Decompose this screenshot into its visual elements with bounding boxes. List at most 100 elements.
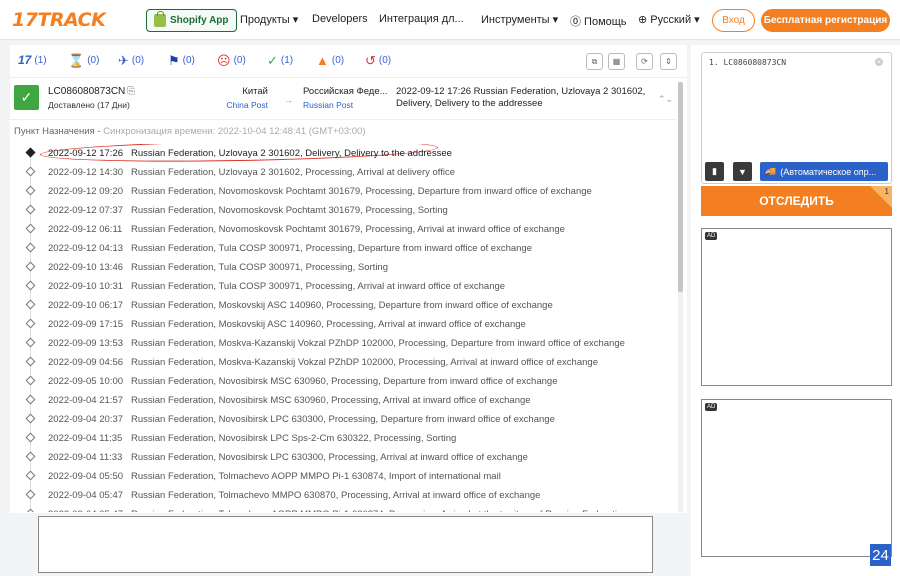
filter-count: (0)	[331, 55, 345, 66]
filter-icon[interactable]: ▼	[733, 162, 752, 181]
shopify-app-button[interactable]: Shopify App	[146, 9, 237, 32]
event-description: Russian Federation, Tolmachevo AOPP MMPO…	[131, 509, 628, 512]
ad-tag: AD	[705, 403, 718, 411]
tracking-event-row: 2022-09-10 06:17 Russian Federation, Mosk…	[10, 296, 670, 315]
event-time: 2022-09-04 05:47	[48, 490, 124, 501]
event-description: Russian Federation, Tolmachevo MMPO 6308…	[131, 490, 541, 501]
tracking-event-row: 2022-09-04 05:50 Russian Federation, Tolm…	[10, 467, 670, 486]
refresh-icon[interactable]: ⟳	[636, 53, 653, 70]
shipment-summary-row[interactable]: ✓ LC086080873CN ⎘ Доставлено (17 Дни) Кит…	[10, 82, 676, 120]
timeline-node-icon	[25, 489, 36, 500]
tracking-number-input[interactable]: 1. LC086080873CN ✕ ▮ ▼ 🚚 (Автоматическое…	[701, 52, 892, 184]
latest-event: 2022-09-12 17:26 Russian Federation, Uzl…	[396, 86, 646, 109]
event-description: Russian Federation, Moskovskij ASC 14096…	[131, 319, 526, 330]
ad-tag: AD	[705, 232, 718, 240]
event-description: Russian Federation, Novosibirsk LPC Sps-…	[131, 433, 457, 444]
event-time: 2022-09-12 14:30	[48, 167, 124, 178]
nav-tools[interactable]: Инструменты ▾	[481, 13, 558, 26]
tracking-number[interactable]: LC086080873CN ⎘	[48, 86, 135, 97]
events-scrollbar[interactable]	[678, 82, 683, 512]
tracking-event-row: 2022-09-04 05:47 Russian Federation, Tolm…	[10, 486, 670, 505]
airplane-icon: ✈	[118, 53, 129, 68]
checkmark-icon: ✓	[267, 53, 278, 68]
event-description: Russian Federation, Novosibirsk LPC 6303…	[131, 414, 555, 425]
filter-count: (0)	[378, 55, 392, 66]
tracking-event-row: 2022-09-12 14:30 Russian Federation, Uzlo…	[10, 163, 670, 182]
filter-all[interactable]: 17 (1)	[18, 54, 47, 67]
event-description: Russian Federation, Moskva-Kazanskij Vok…	[131, 338, 625, 349]
nav-language[interactable]: ⊕ Русский ▾	[638, 13, 700, 26]
delete-icon[interactable]: ▮	[705, 162, 724, 181]
status-filter-bar: 17 (1) ⌛ (0) ✈ (0) ⚑ (0) ☹ (0) ✓ (1) ▲ (…	[10, 45, 687, 78]
event-description: Russian Federation, Tula COSP 300971, Pr…	[131, 281, 506, 292]
timeline-node-icon	[25, 185, 36, 196]
expand-chevron-icon[interactable]: ⌃⌄	[658, 94, 673, 105]
event-time: 2022-09-09 17:15	[48, 319, 124, 330]
track-count: 1	[884, 187, 889, 196]
event-time: 2022-09-12 07:37	[48, 205, 124, 216]
filter-in-transit[interactable]: ✈ (0)	[118, 54, 144, 67]
filter-alert[interactable]: ▲ (0)	[316, 54, 344, 67]
flag-icon: ⚑	[168, 53, 180, 68]
event-description: Russian Federation, Moskovskij ASC 14096…	[131, 300, 553, 311]
filter-undelivered[interactable]: ☹ (0)	[217, 54, 246, 67]
register-button[interactable]: Бесплатная регистрация	[761, 9, 890, 32]
scrollbar-thumb[interactable]	[678, 82, 683, 292]
event-time: 2022-09-04 05:47	[48, 509, 123, 512]
destination-carrier[interactable]: Russian Post	[303, 100, 388, 110]
filter-count: (0)	[182, 55, 195, 66]
nav-integration[interactable]: Интеграция дл...	[379, 13, 464, 25]
event-description: Russian Federation, Novomoskovsk Pochtam…	[131, 186, 592, 197]
origin-info: Китай China Post	[226, 86, 268, 110]
tracking-event-row: 2022-09-10 13:46 Russian Federation, Tula…	[10, 258, 670, 277]
origin-carrier[interactable]: China Post	[226, 100, 268, 110]
filter-delivered[interactable]: ✓ (1)	[267, 54, 293, 67]
timeline-node-icon	[25, 223, 36, 234]
event-description: Russian Federation, Uzlovaya 2 301602, D…	[131, 148, 452, 159]
nav-help[interactable]: ⓪ Помощь	[570, 13, 627, 29]
copy-icon[interactable]: ⧉	[586, 53, 603, 70]
tracking-event-row: 2022-09-04 20:37 Russian Federation, Novo…	[10, 410, 670, 429]
ad-box-2[interactable]: AD	[701, 399, 892, 557]
nav-products[interactable]: Продукты ▾	[240, 13, 298, 26]
sync-time: Синхронизация времени: 2022-10-04 12:48:…	[103, 126, 366, 137]
event-description: Russian Federation, Novosibirsk MSC 6309…	[131, 376, 558, 387]
ad-box-1[interactable]: AD	[701, 228, 892, 386]
timeline-node-icon	[25, 451, 36, 462]
event-description: Russian Federation, Novosibirsk MSC 6309…	[131, 395, 531, 406]
tracking-event-row: 2022-09-12 06:11 Russian Federation, Novo…	[10, 220, 670, 239]
tracking-event-row: 2022-09-04 05:47 Russian Federation, Tolm…	[10, 505, 670, 512]
input-text: 1. LC086080873CN	[709, 58, 787, 67]
event-description: Russian Federation, Tula COSP 300971, Pr…	[131, 243, 532, 254]
tracking-results-panel: 17 (1) ⌛ (0) ✈ (0) ⚑ (0) ☹ (0) ✓ (1) ▲ (…	[10, 45, 687, 513]
track-button[interactable]: ОТСЛЕДИТЬ 1	[701, 186, 892, 216]
event-time: 2022-09-10 13:46	[48, 262, 124, 273]
nav-developers[interactable]: Developers	[312, 13, 368, 25]
export-icon[interactable]: ▦	[608, 53, 625, 70]
copy-tracking-icon[interactable]: ⎘	[127, 86, 135, 97]
carrier-select-button[interactable]: 🚚 (Автоматическое опр...	[760, 162, 888, 181]
event-time: 2022-09-05 10:00	[48, 376, 124, 387]
tracking-event-row: 2022-09-10 10:31 Russian Federation, Tula…	[10, 277, 670, 296]
route-arrow-icon: →	[284, 95, 293, 105]
timeline-node-icon	[25, 318, 36, 329]
login-button[interactable]: Вход	[712, 9, 755, 32]
filter-count: (1)	[34, 55, 47, 66]
track-button-label: ОТСЛЕДИТЬ	[759, 194, 834, 208]
bottom-ad-box	[38, 516, 653, 573]
shopify-bag-icon	[154, 11, 166, 27]
all-icon: 17	[18, 53, 32, 67]
filter-expired[interactable]: ↺ (0)	[365, 54, 391, 67]
timeline-node-icon	[25, 261, 36, 272]
delivered-check-icon[interactable]: ✓	[14, 85, 39, 110]
clear-input-icon[interactable]: ✕	[875, 58, 883, 66]
hourglass-icon: ⌛	[68, 53, 85, 68]
site-logo[interactable]: 17TRACK	[12, 9, 106, 31]
filter-pickup[interactable]: ⚑ (0)	[168, 54, 195, 67]
filter-not-found[interactable]: ⌛ (0)	[68, 54, 99, 67]
collapse-icon[interactable]: ⇕	[660, 53, 677, 70]
event-time: 2022-09-10 10:31	[48, 281, 124, 292]
tracking-number-text: LC086080873CN	[48, 86, 126, 97]
event-time: 2022-09-04 11:35	[48, 433, 123, 444]
timeline-node-icon	[25, 356, 36, 367]
